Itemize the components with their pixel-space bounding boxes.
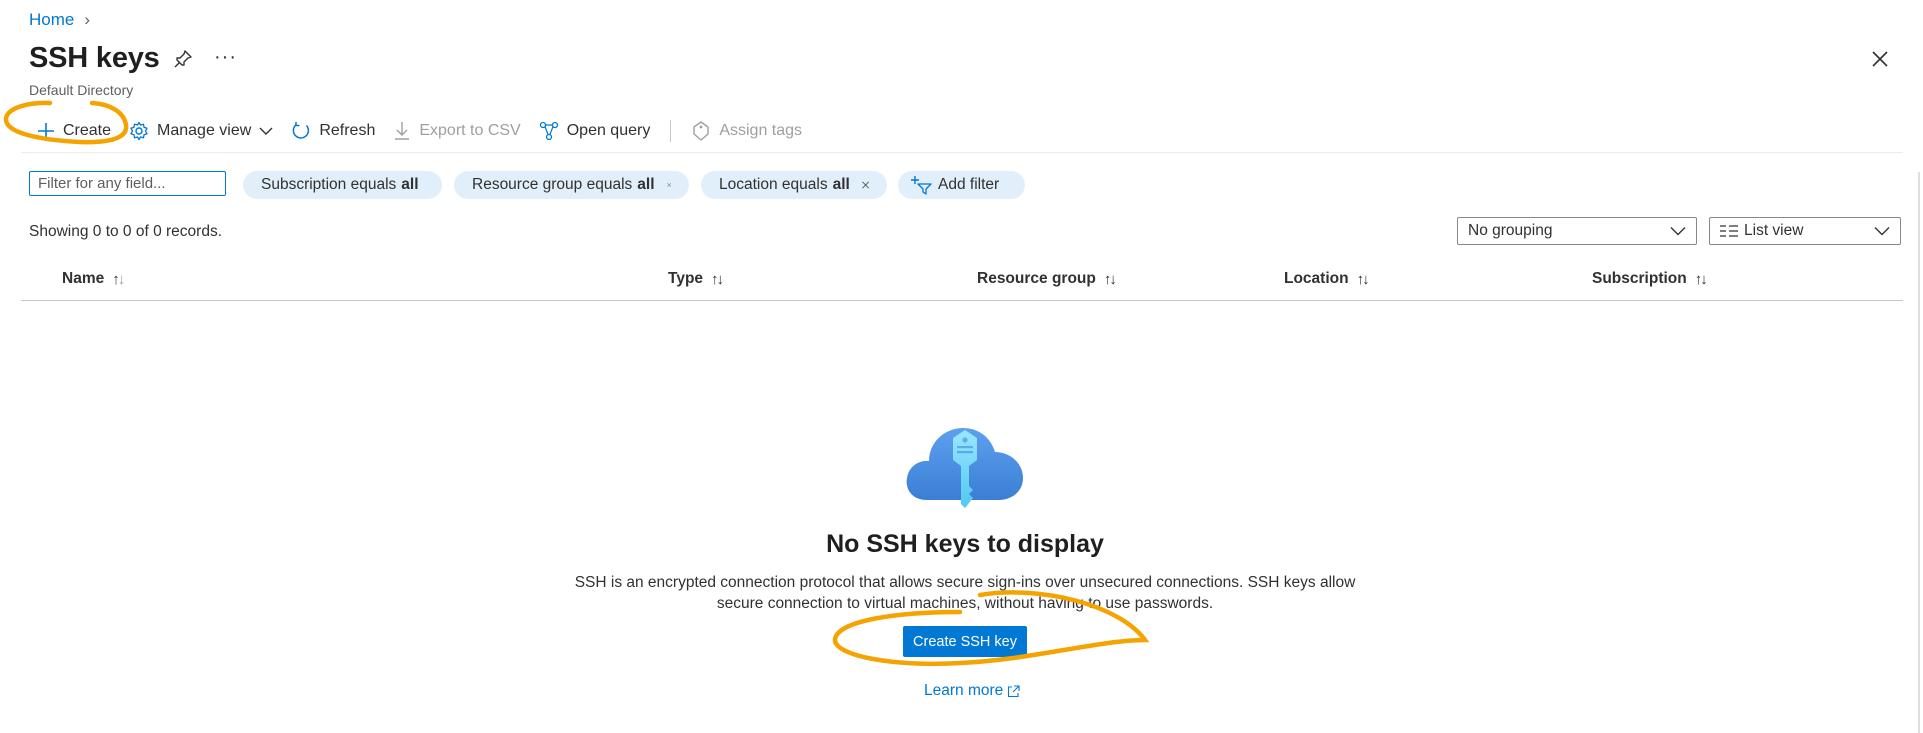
create-ssh-key-button[interactable]: Create SSH key: [903, 626, 1027, 657]
column-label: Location: [1284, 270, 1349, 287]
list-icon: [1720, 225, 1738, 237]
view-value: List view: [1744, 222, 1804, 239]
export-csv-label: Export to CSV: [419, 122, 521, 139]
close-icon[interactable]: [1869, 48, 1891, 70]
add-filter-icon: [911, 176, 932, 195]
location-filter-pill[interactable]: Location equals all: [701, 171, 887, 199]
annotation-overlay: [3, 100, 1150, 666]
column-header-type[interactable]: Type ↑↓: [668, 270, 724, 288]
clear-icon[interactable]: [862, 178, 869, 192]
add-filter-label: Add filter: [938, 176, 1000, 193]
create-button[interactable]: Create: [37, 122, 111, 140]
refresh-label: Refresh: [319, 122, 376, 139]
column-header-resource-group[interactable]: Resource group ↑↓: [977, 270, 1117, 288]
column-header-name[interactable]: Name ↑↓: [62, 270, 125, 288]
empty-state-description: SSH is an encrypted connection protocol …: [565, 572, 1365, 614]
vertical-scrollbar[interactable]: [1918, 172, 1920, 733]
open-query-button[interactable]: Open query: [539, 121, 651, 141]
sort-icon: ↑↓: [711, 270, 724, 288]
external-link-icon: [1008, 684, 1020, 697]
command-bar: Create Manage view Refresh Export to CSV…: [37, 118, 820, 144]
refresh-icon: [292, 122, 310, 139]
add-filter-button[interactable]: Add filter: [898, 171, 1025, 199]
sort-icon: ↑↓: [112, 270, 125, 288]
pill-label: Location equals: [719, 176, 828, 193]
sort-icon: ↑↓: [1103, 270, 1117, 288]
grouping-dropdown[interactable]: No grouping: [1457, 217, 1697, 245]
column-label: Name: [62, 270, 105, 287]
plus-icon: [38, 123, 54, 139]
clear-icon[interactable]: [666, 178, 671, 192]
column-label: Subscription: [1592, 270, 1687, 287]
breadcrumb-home-link[interactable]: Home: [29, 10, 74, 30]
assign-tags-button[interactable]: Assign tags: [691, 121, 802, 141]
pill-value: all: [401, 176, 419, 193]
gear-icon: [130, 121, 148, 141]
download-icon: [395, 122, 410, 140]
learn-more-label: Learn more: [924, 682, 1004, 699]
filter-input[interactable]: [29, 171, 226, 196]
pill-label: Resource group equals: [472, 176, 633, 193]
query-icon: [539, 121, 558, 141]
chevron-down-icon: [259, 127, 273, 135]
open-query-label: Open query: [566, 122, 651, 139]
sort-icon: ↑↓: [1694, 270, 1708, 288]
ssh-key-cloud-icon: [906, 428, 1023, 508]
empty-state-title: No SSH keys to display: [826, 530, 1104, 558]
page-title: SSH keys: [29, 42, 160, 74]
record-count: Showing 0 to 0 of 0 records.: [29, 223, 223, 240]
create-label: Create: [63, 122, 112, 139]
assign-tags-label: Assign tags: [719, 122, 803, 139]
toolbar-divider: [670, 120, 672, 142]
chevron-right-icon: ›: [84, 10, 91, 29]
description-line: SSH is an encrypted connection protocol …: [574, 574, 1356, 591]
refresh-button[interactable]: Refresh: [291, 121, 375, 141]
chevron-down-icon: [1874, 227, 1890, 236]
toolbar-divider-line: [21, 152, 1903, 153]
more-icon[interactable]: ···: [214, 46, 237, 69]
learn-more-link[interactable]: Learn more: [924, 682, 1020, 700]
grouping-value: No grouping: [1468, 222, 1553, 239]
column-header-location[interactable]: Location ↑↓: [1284, 270, 1370, 288]
description-line: secure connection to virtual machines, w…: [716, 595, 1214, 612]
sort-icon: ↑↓: [1356, 270, 1370, 288]
column-label: Type: [668, 270, 704, 287]
pill-value: all: [637, 176, 655, 193]
manage-view-label: Manage view: [157, 122, 252, 139]
manage-view-button[interactable]: Manage view: [129, 121, 273, 141]
pin-icon[interactable]: [172, 48, 194, 70]
export-csv-button[interactable]: Export to CSV: [393, 121, 521, 141]
column-header-subscription[interactable]: Subscription ↑↓: [1592, 270, 1708, 288]
column-label: Resource group: [977, 270, 1096, 287]
resource-group-filter-pill[interactable]: Resource group equals all: [454, 171, 689, 199]
chevron-down-icon: [1670, 227, 1686, 236]
tag-icon: [693, 121, 710, 141]
table-header: Name ↑↓ Type ↑↓ Resource group ↑↓ Locati…: [21, 262, 1903, 301]
breadcrumb: Home ›: [29, 10, 90, 30]
view-dropdown[interactable]: List view: [1709, 217, 1901, 245]
subscription-filter-pill[interactable]: Subscription equals all: [243, 171, 442, 199]
pill-value: all: [832, 176, 850, 193]
pill-label: Subscription equals: [261, 176, 397, 193]
page-subtitle: Default Directory: [29, 82, 134, 98]
